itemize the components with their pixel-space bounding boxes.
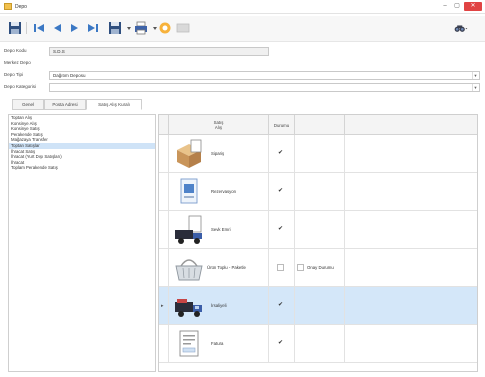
grid-header: Satış Alış Durumu <box>159 115 477 135</box>
table-row[interactable]: ▸ İrsaliyeli ✔ <box>159 287 477 325</box>
depo-kodu-row: Depo Kodu S.D.S <box>4 47 480 56</box>
durumu-checkbox[interactable]: ✔ <box>277 188 284 195</box>
depo-kodu-label: Depo Kodu <box>4 48 27 53</box>
operation-list[interactable]: Toptan Alış Konsinye Alış Konsinye Satış… <box>8 114 156 372</box>
current-row-indicator-icon: ▸ <box>161 303 164 309</box>
previous-icon[interactable] <box>50 21 64 35</box>
app-icon <box>4 3 12 10</box>
save-as-icon[interactable] <box>108 21 122 35</box>
grid-indicator-header <box>159 115 169 135</box>
depo-kategorisi-row: Depo Kategorisi ▼ <box>4 83 480 92</box>
depo-tipi-select[interactable]: Dağıtım Deposu ▼ <box>49 71 480 80</box>
first-icon[interactable] <box>32 21 46 35</box>
table-row[interactable]: Sevk Emri ✔ <box>159 211 477 249</box>
tab-genel[interactable]: Genel <box>12 99 44 110</box>
window-titlebar: Depo – ▢ ✕ <box>0 0 485 14</box>
invoice-icon <box>173 328 205 360</box>
depo-kategorisi-label: Depo Kategorisi <box>4 84 37 89</box>
table-row[interactable]: Ürün Toplu - Paketle Onay Durumu <box>159 249 477 287</box>
merkez-depo-label: Merkez Depo <box>4 60 31 65</box>
row-label: Sevk Emri <box>211 227 231 232</box>
find-icon[interactable] <box>158 21 172 35</box>
row-label: Rezervasyon <box>211 189 237 194</box>
onay-durumu-checkbox[interactable] <box>297 264 304 271</box>
header-satis-alis: Satış Alış <box>169 115 269 135</box>
print-icon[interactable] <box>134 21 148 35</box>
row-label: Fatura <box>211 341 224 346</box>
binoculars-icon[interactable] <box>454 21 476 35</box>
depo-tipi-row: Depo Tipi Dağıtım Deposu ▼ <box>4 71 480 80</box>
disabled-icon <box>176 21 190 35</box>
header-extra <box>295 115 345 135</box>
depo-tipi-label: Depo Tipi <box>4 72 24 77</box>
chevron-down-icon[interactable]: ▼ <box>472 72 478 79</box>
depo-tipi-value: Dağıtım Deposu <box>53 73 86 78</box>
last-icon[interactable] <box>86 21 100 35</box>
tab-posta-adresi[interactable]: Posta Adresi <box>44 99 86 110</box>
durumu-checkbox[interactable]: ✔ <box>277 302 284 309</box>
durumu-checkbox[interactable]: ✔ <box>277 150 284 157</box>
document-grid: Satış Alış Durumu Sipariş ✔ Rezervasyon … <box>158 114 478 372</box>
row-label: Ürün Toplu - Paketle <box>207 265 246 270</box>
close-button[interactable]: ✕ <box>464 2 482 11</box>
depo-kategorisi-select[interactable]: ▼ <box>49 83 480 92</box>
minimize-button[interactable]: – <box>440 2 450 11</box>
sevk-emri-icon <box>173 214 205 246</box>
durumu-checkbox[interactable] <box>277 264 284 271</box>
toolbar <box>0 16 485 42</box>
durumu-checkbox[interactable]: ✔ <box>277 340 284 347</box>
next-icon[interactable] <box>68 21 82 35</box>
tab-satis-alis-kurali[interactable]: Satış Alış Kuralı <box>86 99 142 110</box>
merkez-depo-row: Merkez Depo <box>4 59 480 68</box>
save-as-dropdown-icon[interactable] <box>122 21 131 35</box>
durumu-checkbox[interactable]: ✔ <box>277 226 284 233</box>
onay-durumu-label: Onay Durumu <box>307 265 334 270</box>
window-title: Depo <box>15 4 27 10</box>
table-row[interactable]: Rezervasyon ✔ <box>159 173 477 211</box>
depo-kodu-field[interactable]: S.D.S <box>49 47 269 56</box>
save-icon[interactable] <box>8 21 22 35</box>
siparis-box-icon <box>173 138 205 170</box>
header-durumu: Durumu <box>269 115 295 135</box>
list-item[interactable]: Toplam Perakende Satış <box>9 165 155 171</box>
chevron-down-icon[interactable]: ▼ <box>472 84 478 91</box>
truck-icon <box>173 290 205 322</box>
rezervasyon-icon <box>173 176 205 208</box>
row-label: İrsaliyeli <box>211 303 227 308</box>
basket-icon <box>173 252 205 284</box>
table-row[interactable]: Sipariş ✔ <box>159 135 477 173</box>
print-dropdown-icon[interactable] <box>148 21 157 35</box>
table-row[interactable]: Fatura ✔ <box>159 325 477 363</box>
row-label: Sipariş <box>211 151 225 156</box>
maximize-button[interactable]: ▢ <box>452 2 462 11</box>
